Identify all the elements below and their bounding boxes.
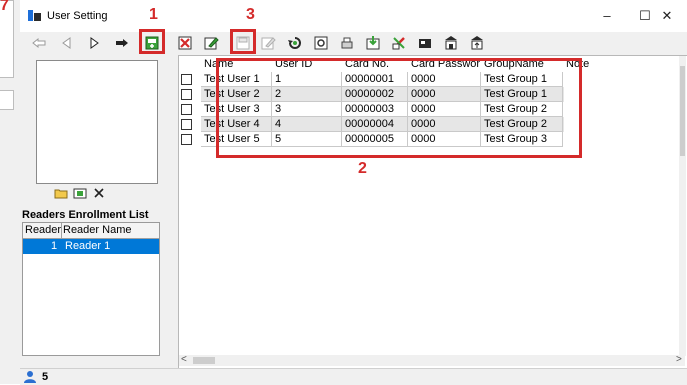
row-checkbox[interactable] xyxy=(181,134,192,145)
open-folder-icon[interactable] xyxy=(54,186,68,200)
status-bar: 5 xyxy=(20,368,687,385)
annotation-1: 1 xyxy=(149,6,158,23)
delete-user-icon[interactable] xyxy=(176,34,194,52)
cancel-edit-icon[interactable] xyxy=(259,34,277,52)
enrollment-col-reader[interactable]: Reader xyxy=(25,224,61,236)
users-highlight-box xyxy=(216,58,582,158)
vertical-scroll-thumb[interactable] xyxy=(680,66,685,156)
app-icon xyxy=(28,10,41,21)
enrollment-reader-id: 1 xyxy=(51,240,58,252)
window-title: User Setting xyxy=(47,10,108,22)
enrollment-col-reader-name[interactable]: Reader Name xyxy=(63,224,131,236)
annotation-3: 3 xyxy=(246,6,255,23)
last-record-icon[interactable] xyxy=(113,34,131,52)
prev-record-icon[interactable] xyxy=(58,34,76,52)
edit-user-icon[interactable] xyxy=(202,34,220,52)
delete-photo-icon[interactable] xyxy=(92,186,106,200)
enrollment-table: Reader Reader Name 1 Reader 1 xyxy=(22,222,160,356)
row-checkbox[interactable] xyxy=(181,119,192,130)
scroll-right-arrow[interactable]: > xyxy=(676,354,682,365)
enrollment-header: Reader Reader Name xyxy=(23,223,159,239)
user-photo-box[interactable] xyxy=(36,60,158,184)
import-icon[interactable] xyxy=(364,34,382,52)
row-checkbox[interactable] xyxy=(181,89,192,100)
background-app-field xyxy=(0,90,14,110)
card-issue-icon[interactable] xyxy=(416,34,434,52)
title-bar[interactable]: User Setting – ☐ ✕ xyxy=(20,0,687,32)
user-setting-window: User Setting – ☐ ✕ 1 3 Readers Enrollmen… xyxy=(20,0,687,385)
export-icon[interactable] xyxy=(390,34,408,52)
upload-icon[interactable] xyxy=(468,34,486,52)
annotation-2: 2 xyxy=(358,160,367,177)
row-checkbox[interactable] xyxy=(181,74,192,85)
user-count-icon xyxy=(24,371,36,383)
toolbar xyxy=(20,29,687,54)
print-icon[interactable] xyxy=(338,34,356,52)
scroll-left-arrow[interactable]: < xyxy=(181,354,187,365)
background-annotation: 7 xyxy=(0,0,9,14)
horizontal-scrollbar[interactable]: < > xyxy=(179,354,685,366)
next-record-icon[interactable] xyxy=(85,34,103,52)
row-checkbox[interactable] xyxy=(181,104,192,115)
photo-tools xyxy=(54,186,106,202)
enrollment-reader-name: Reader 1 xyxy=(65,240,111,252)
horizontal-scroll-thumb[interactable] xyxy=(193,357,215,364)
vertical-scrollbar[interactable] xyxy=(679,56,686,356)
enrollment-row[interactable]: 1 Reader 1 xyxy=(23,239,159,254)
search-icon[interactable] xyxy=(312,34,330,52)
capture-photo-icon[interactable] xyxy=(73,186,87,200)
add-user-icon[interactable] xyxy=(143,34,161,52)
user-count: 5 xyxy=(42,371,49,383)
enroll-icon[interactable] xyxy=(442,34,460,52)
save-user-icon[interactable] xyxy=(234,34,252,52)
enrollment-list-title: Readers Enrollment List xyxy=(22,209,149,221)
close-button[interactable]: ✕ xyxy=(647,4,687,28)
first-record-icon[interactable] xyxy=(30,34,48,52)
minimize-button[interactable]: – xyxy=(587,4,627,28)
refresh-icon[interactable] xyxy=(286,34,304,52)
